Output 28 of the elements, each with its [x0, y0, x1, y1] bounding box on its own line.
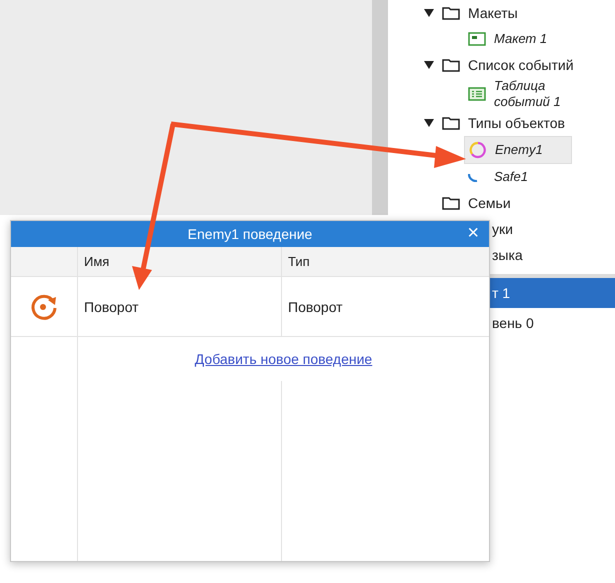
scrollbar[interactable]: [372, 0, 388, 215]
tree-item[interactable]: Типы объектов: [468, 115, 565, 131]
folder-icon: [442, 6, 460, 20]
add-behavior-link[interactable]: Добавить новое поведение: [194, 351, 372, 367]
tree-item[interactable]: зыка: [492, 247, 523, 263]
tree-item[interactable]: Список событий: [468, 57, 574, 73]
folder-icon: [442, 116, 460, 130]
tree-item[interactable]: Макеты: [468, 5, 518, 21]
tree-item[interactable]: Макет 1: [464, 26, 572, 52]
crescent-icon: [468, 172, 478, 182]
folder-icon: [442, 196, 460, 210]
table-cell: Поворот: [281, 277, 489, 337]
expand-arrow-icon[interactable]: [424, 8, 434, 18]
close-button[interactable]: ×: [463, 223, 483, 243]
ring-icon: [469, 141, 487, 159]
folder-icon: [442, 58, 460, 72]
layout-icon: [468, 32, 486, 46]
tree-item[interactable]: Семьи: [468, 195, 511, 211]
expand-arrow-icon[interactable]: [424, 60, 434, 70]
tree-item[interactable]: Enemy1: [464, 136, 572, 164]
tree-item[interactable]: уки: [492, 221, 513, 237]
column-header[interactable]: Имя: [77, 247, 281, 277]
expand-arrow-icon[interactable]: [424, 118, 434, 128]
event-sheet-icon: [468, 87, 486, 101]
tree-item[interactable]: Таблица событий 1: [464, 78, 572, 110]
column-header[interactable]: Тип: [281, 247, 489, 277]
dialog-title: Enemy1 поведение: [188, 226, 312, 242]
tree-item[interactable]: Safe1: [464, 164, 572, 190]
